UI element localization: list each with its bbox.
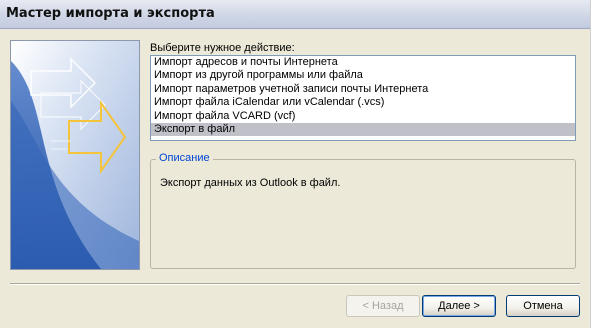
action-prompt-label: Выберите нужное действие: — [150, 42, 295, 54]
list-item-import-icalendar[interactable]: Импорт файла iCalendar или vCalendar (.v… — [151, 96, 575, 109]
back-button[interactable]: < Назад — [346, 295, 420, 317]
description-legend: Описание — [156, 152, 213, 164]
background-window-edge — [590, 0, 598, 328]
action-listbox[interactable]: Импорт адресов и почты Интернета Импорт … — [150, 55, 576, 141]
window-title: Мастер импорта и экспорта — [6, 6, 215, 21]
description-text: Экспорт данных из Outlook в файл. — [160, 177, 341, 189]
description-groupbox — [150, 159, 576, 269]
list-item-export-to-file[interactable]: Экспорт в файл — [151, 122, 575, 137]
import-export-wizard-dialog: Мастер импорта и экспорта Выберите нужно… — [0, 0, 590, 328]
cancel-button[interactable]: Отмена — [506, 295, 580, 317]
list-item-import-vcard[interactable]: Импорт файла VCARD (vcf) — [151, 110, 575, 123]
list-item-import-internet-mail[interactable]: Импорт адресов и почты Интернета — [151, 56, 575, 69]
wizard-graphic-image — [11, 41, 139, 269]
wizard-graphic — [10, 40, 140, 270]
list-item-import-from-program[interactable]: Импорт из другой программы или файла — [151, 69, 575, 82]
next-button[interactable]: Далее > — [422, 295, 496, 317]
separator — [10, 283, 580, 285]
list-item-import-account-settings[interactable]: Импорт параметров учетной записи почты И… — [151, 83, 575, 96]
title-bar[interactable]: Мастер импорта и экспорта — [0, 0, 590, 29]
